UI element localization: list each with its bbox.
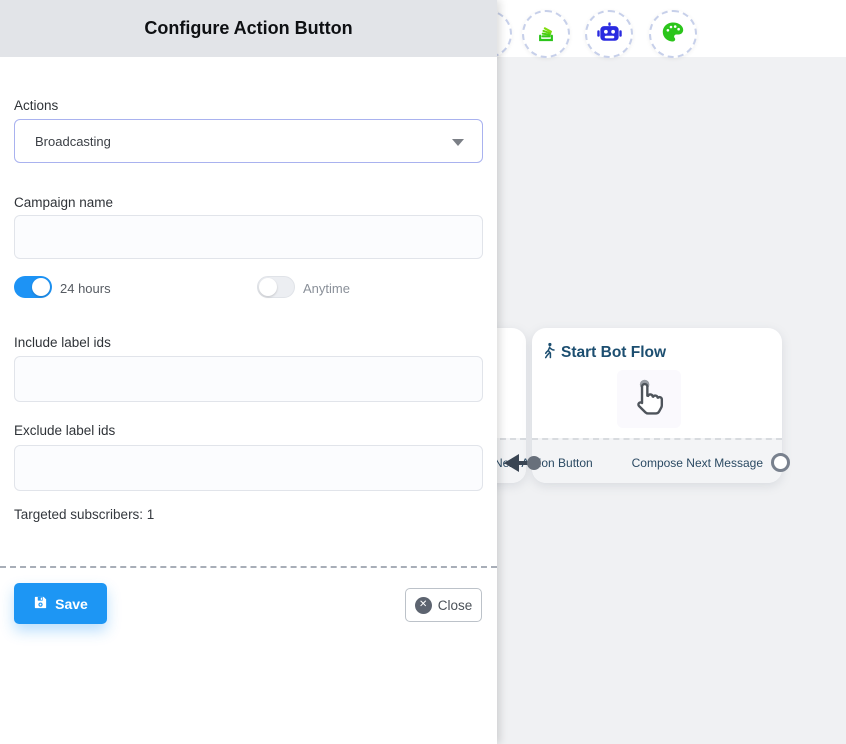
chevron-down-icon: [452, 139, 464, 146]
actions-selected-value: Broadcasting: [35, 134, 111, 149]
walking-person-icon: [542, 342, 556, 364]
close-icon: [415, 597, 432, 614]
toolbar-button-theme[interactable]: [649, 10, 697, 58]
save-button-label: Save: [55, 596, 88, 612]
node-title-row: Start Bot Flow: [542, 342, 666, 364]
tap-cursor-icon: [627, 373, 671, 426]
switch-knob: [259, 278, 277, 296]
panel-title: Configure Action Button: [144, 18, 352, 39]
switch-anytime-label: Anytime: [303, 281, 350, 296]
node-title: Start Bot Flow: [561, 344, 666, 362]
app-root: Start Bot Flow Compose Next Message Next…: [0, 0, 846, 744]
configure-panel: Configure Action Button Actions Broadcas…: [0, 0, 497, 744]
compose-next-message-label: Compose Next Message: [632, 456, 763, 470]
close-button[interactable]: Close: [405, 588, 482, 622]
exclude-label-ids-input[interactable]: [14, 445, 483, 491]
switch-24-hours-label: 24 hours: [60, 281, 111, 296]
stack-icon: [533, 19, 559, 50]
targeted-subscribers-text: Targeted subscribers: 1: [14, 507, 154, 522]
connector-handle-connected[interactable]: [527, 456, 541, 470]
footer-divider: [0, 566, 497, 568]
panel-header: Configure Action Button: [0, 0, 497, 57]
exclude-label-ids-label: Exclude label ids: [14, 423, 115, 438]
campaign-name-input[interactable]: [14, 215, 483, 259]
toolbar-button-bot[interactable]: [585, 10, 633, 58]
actions-select[interactable]: Broadcasting: [14, 119, 483, 163]
tap-highlight: [617, 370, 681, 428]
include-label-ids-label: Include label ids: [14, 335, 111, 350]
include-label-ids-input[interactable]: [14, 356, 483, 402]
connector-handle-open[interactable]: [771, 453, 790, 472]
footer-item-compose-next-message[interactable]: Compose Next Message: [632, 453, 790, 472]
close-button-label: Close: [438, 598, 473, 613]
save-icon: [33, 595, 48, 613]
actions-label: Actions: [14, 98, 58, 113]
campaign-name-label: Campaign name: [14, 195, 113, 210]
toolbar-button-broadcast[interactable]: [522, 10, 570, 58]
switch-24-hours[interactable]: [14, 276, 52, 298]
switch-anytime[interactable]: [257, 276, 295, 298]
robot-icon: [596, 20, 623, 49]
palette-icon: [660, 20, 686, 49]
switch-knob: [32, 278, 50, 296]
save-button[interactable]: Save: [14, 583, 107, 624]
